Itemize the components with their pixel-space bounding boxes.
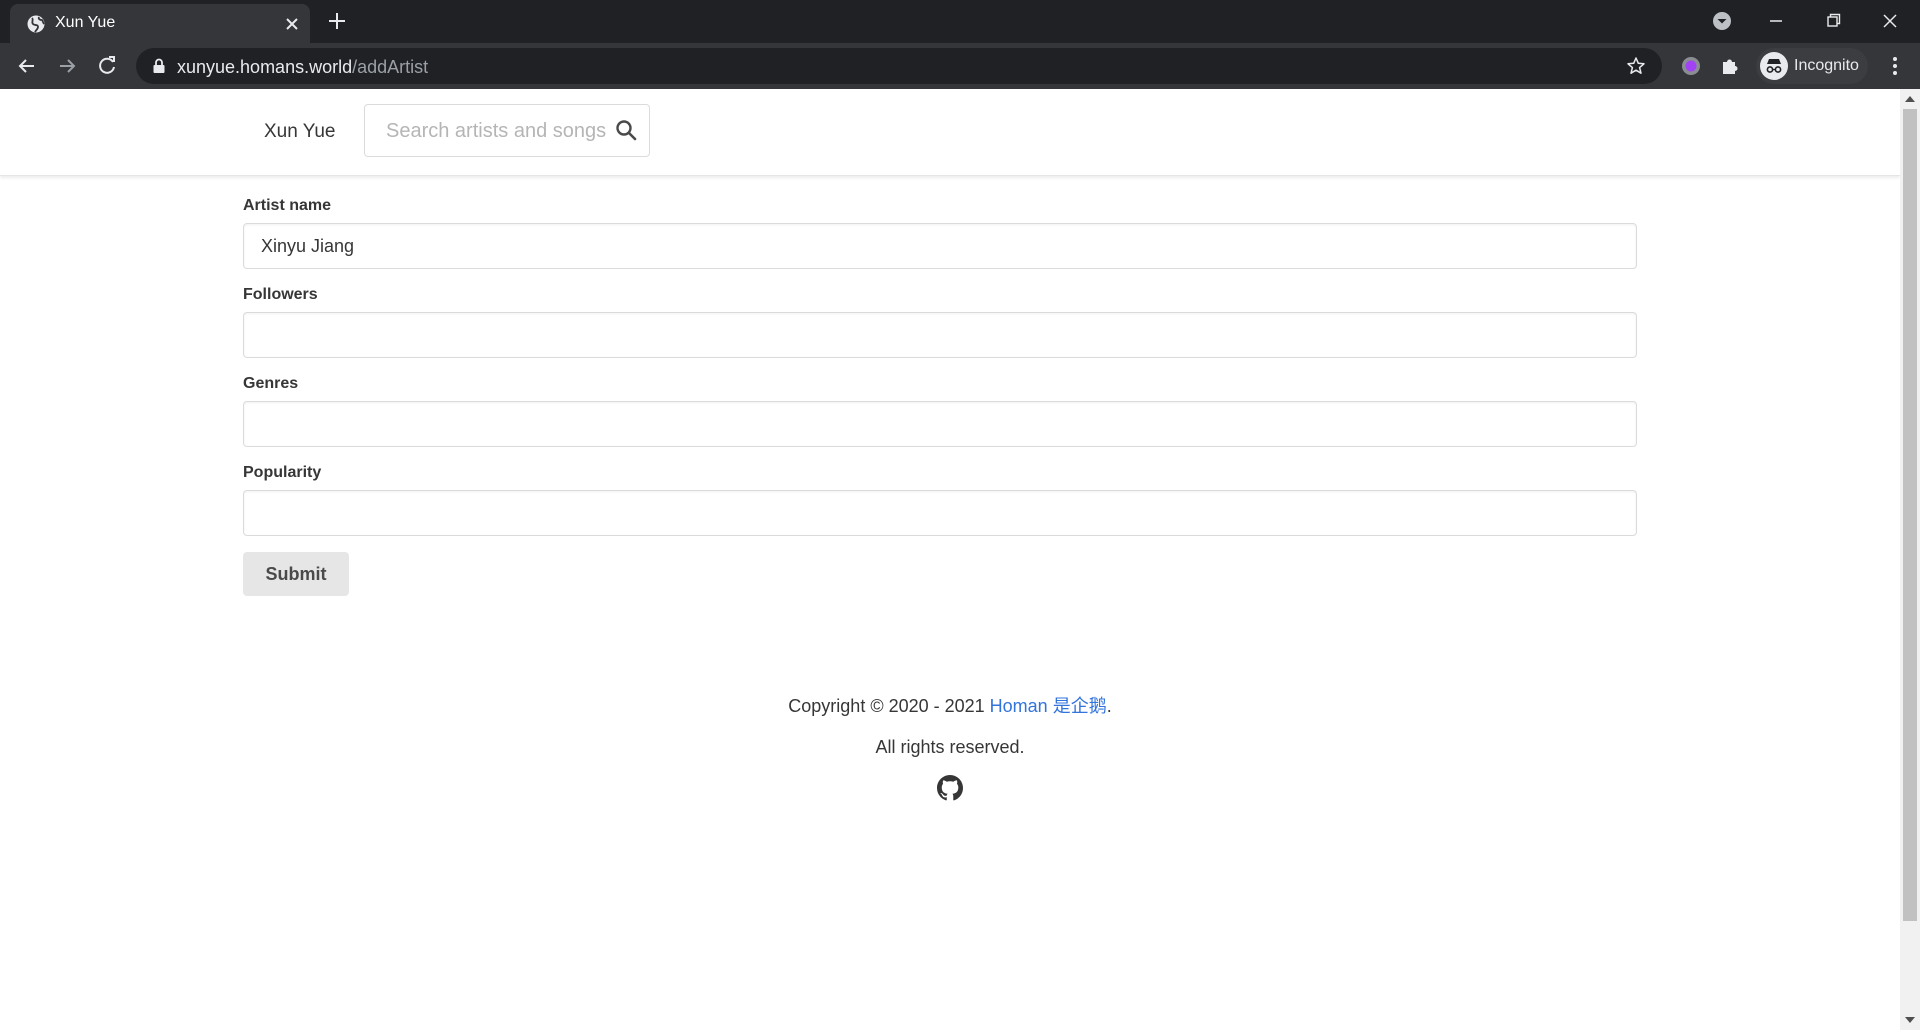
scroll-up-arrow[interactable] [1905, 96, 1915, 102]
url-text: xunyue.homans.world/addArtist [177, 57, 428, 78]
lock-icon [153, 58, 165, 73]
followers-input[interactable] [243, 312, 1637, 358]
followers-field: Followers [243, 285, 1637, 358]
site-footer: Copyright © 2020 - 2021 Homan 是企鹅. All r… [0, 694, 1900, 806]
minimize-icon[interactable] [1758, 6, 1794, 36]
tab-search-icon[interactable] [1704, 6, 1740, 36]
reload-icon[interactable] [92, 51, 122, 81]
page-viewport: Xun Yue Artist name Followers Genres Pop… [0, 89, 1900, 1030]
genres-input[interactable] [243, 401, 1637, 447]
address-bar[interactable]: xunyue.homans.world/addArtist [136, 48, 1662, 84]
incognito-icon [1760, 52, 1788, 80]
scroll-down-arrow[interactable] [1905, 1017, 1915, 1023]
author-link[interactable]: Homan 是企鹅 [990, 696, 1107, 716]
close-icon[interactable] [282, 14, 302, 34]
popularity-field: Popularity [243, 463, 1637, 536]
followers-label: Followers [243, 286, 318, 303]
extension-icon[interactable] [1676, 51, 1706, 81]
site-navbar: Xun Yue [0, 89, 1900, 176]
search-input[interactable] [365, 105, 628, 158]
back-icon[interactable] [12, 51, 42, 81]
tab-strip: Xun Yue [0, 0, 1920, 43]
plus-icon[interactable] [326, 10, 348, 32]
genres-label: Genres [243, 375, 299, 392]
submit-button[interactable]: Submit [243, 552, 349, 596]
star-icon[interactable] [1626, 56, 1646, 76]
globe-icon [27, 15, 45, 33]
scroll-thumb[interactable] [1903, 109, 1917, 921]
copyright-suffix: . [1106, 696, 1112, 716]
puzzle-icon[interactable] [1715, 51, 1745, 81]
artist-name-input[interactable] [243, 223, 1637, 269]
kebab-menu-icon[interactable] [1880, 51, 1910, 81]
popularity-input[interactable] [243, 490, 1637, 536]
github-icon[interactable] [937, 775, 963, 801]
rights-line: All rights reserved. [875, 737, 1025, 757]
incognito-profile-button[interactable]: Incognito [1756, 48, 1868, 84]
search-box [364, 104, 650, 158]
forward-icon[interactable] [52, 51, 82, 81]
copyright-prefix: Copyright © 2020 - 2021 [788, 696, 990, 716]
search-icon[interactable] [615, 119, 637, 141]
tab-title: Xun Yue [55, 14, 116, 31]
url-host: xunyue.homans.world [177, 57, 353, 77]
brand-link[interactable]: Xun Yue [264, 121, 336, 143]
restore-icon[interactable] [1815, 6, 1851, 36]
artist-name-label: Artist name [243, 197, 332, 214]
add-artist-form: Artist name Followers Genres Popularity … [243, 196, 1637, 596]
url-path: /addArtist [352, 57, 429, 77]
browser-tab[interactable]: Xun Yue [10, 4, 310, 43]
browser-toolbar: xunyue.homans.world/addArtist Incognito [0, 43, 1920, 89]
copyright-line: Copyright © 2020 - 2021 Homan 是企鹅. [0, 694, 1900, 718]
popularity-label: Popularity [243, 464, 322, 481]
artist-name-field: Artist name [243, 196, 1637, 269]
window-close-icon[interactable] [1872, 6, 1908, 36]
incognito-label: Incognito [1794, 57, 1859, 74]
genres-field: Genres [243, 374, 1637, 447]
page-scrollbar[interactable] [1900, 89, 1920, 1030]
